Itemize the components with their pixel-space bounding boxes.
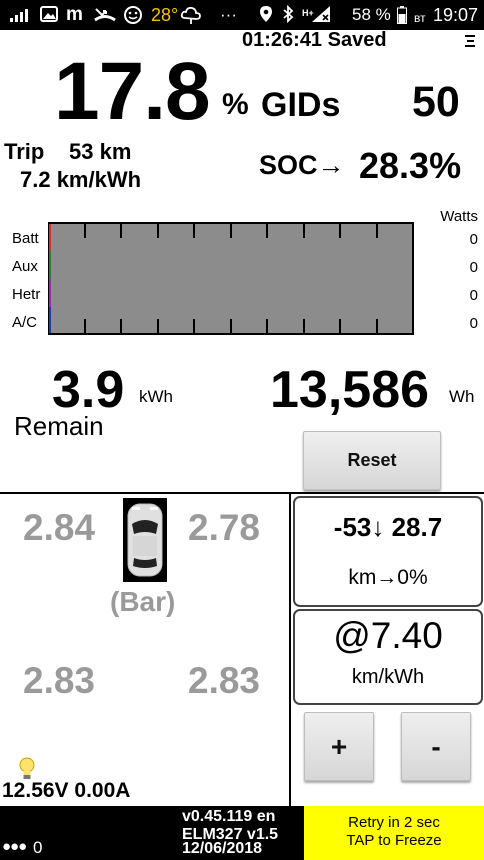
- cloud-icon: [180, 5, 202, 30]
- lightbulb-icon: [18, 757, 36, 781]
- gauge-label-batt: Batt: [12, 230, 39, 247]
- car-top-view-icon: [123, 498, 167, 582]
- efficiency-unit: km/kWh: [351, 666, 425, 688]
- gauge-label-ac: A/C: [12, 314, 38, 331]
- power-gauge-bar: [48, 222, 414, 335]
- soc-value: 28.3%: [359, 145, 462, 186]
- trip-efficiency: 7.2 km/kWh: [20, 167, 142, 192]
- status-dots-suffix: 0: [33, 838, 43, 857]
- clock: 19:07: [433, 5, 479, 25]
- tire-rear-left: 2.83: [23, 660, 96, 701]
- trip-distance: 53 km: [69, 139, 132, 164]
- remain-label: Remain: [14, 411, 104, 441]
- used-value: 13,586: [270, 361, 430, 419]
- menu-icon[interactable]: [464, 34, 478, 50]
- overflow-indicator: ···: [220, 5, 237, 24]
- freeze-line: TAP to Freeze: [346, 832, 442, 849]
- footer-left: ●●● 0: [0, 806, 132, 860]
- status-bar: m 28° ··· H+ 58 % вт 19:07: [0, 0, 484, 30]
- voltage-current: 12.56V 0.00A: [2, 779, 131, 802]
- tire-front-left: 2.84: [23, 507, 96, 548]
- trip-label: Trip: [4, 139, 45, 164]
- status-dots: ●●●: [2, 838, 27, 855]
- remain-unit: kWh: [139, 387, 173, 406]
- face-icon: [123, 5, 143, 30]
- gids-value: 50: [412, 78, 460, 126]
- range-bottom-line: km→0%: [348, 566, 428, 589]
- watts-batt: 0: [469, 231, 478, 248]
- footer-info: v0.45.119 en ELM327 v1.5 12/06/2018: [132, 806, 304, 860]
- horizontal-divider: [0, 492, 484, 494]
- tire-unit: (Bar): [110, 586, 176, 617]
- gids-percent-value: 17.8: [54, 46, 211, 137]
- missed-call-icon: [94, 5, 116, 28]
- location-icon: [259, 5, 273, 28]
- range-top-line: -53↓ 28.7: [333, 512, 443, 542]
- battery-icon: [397, 6, 407, 29]
- watts-ac: 0: [469, 315, 478, 332]
- efficiency-value: @7.40: [333, 615, 443, 656]
- gauge-label-aux: Aux: [12, 258, 38, 275]
- gids-label: GIDs: [261, 86, 341, 124]
- watts-aux: 0: [469, 259, 478, 276]
- efficiency-box[interactable]: @7.40 km/kWh: [293, 609, 483, 705]
- minus-button[interactable]: -: [401, 712, 471, 781]
- watts-hetr: 0: [469, 287, 478, 304]
- retry-line: Retry in 2 sec: [348, 814, 440, 831]
- soc-label: SOC→: [259, 150, 345, 180]
- image-icon: [40, 5, 58, 28]
- reset-button[interactable]: Reset: [303, 431, 441, 490]
- vertical-divider: [289, 492, 291, 806]
- signal-bars-icon: [10, 7, 28, 27]
- day-label: вт: [414, 11, 426, 25]
- temperature: 28°: [151, 5, 179, 25]
- watts-header: Watts: [440, 208, 478, 225]
- tire-front-right: 2.78: [188, 507, 261, 548]
- bluetooth-icon: [282, 4, 294, 28]
- signal-icon: [311, 5, 331, 28]
- app-version: v0.45.119 en: [182, 808, 276, 825]
- gauge-label-hetr: Hetr: [12, 286, 41, 303]
- used-unit: Wh: [449, 387, 475, 406]
- tire-rear-right: 2.83: [188, 660, 261, 701]
- gids-percent-sign: %: [222, 88, 249, 121]
- retry-freeze-banner[interactable]: Retry in 2 sec TAP to Freeze: [304, 806, 484, 860]
- battery-percent: 58 %: [352, 5, 391, 24]
- plus-button[interactable]: +: [304, 712, 374, 781]
- clock-status: 01:26:41 Saved: [242, 29, 387, 51]
- range-box[interactable]: -53↓ 28.7 km→0%: [293, 496, 483, 607]
- build-date: 12/06/2018: [182, 840, 263, 857]
- m-icon: m: [66, 4, 83, 25]
